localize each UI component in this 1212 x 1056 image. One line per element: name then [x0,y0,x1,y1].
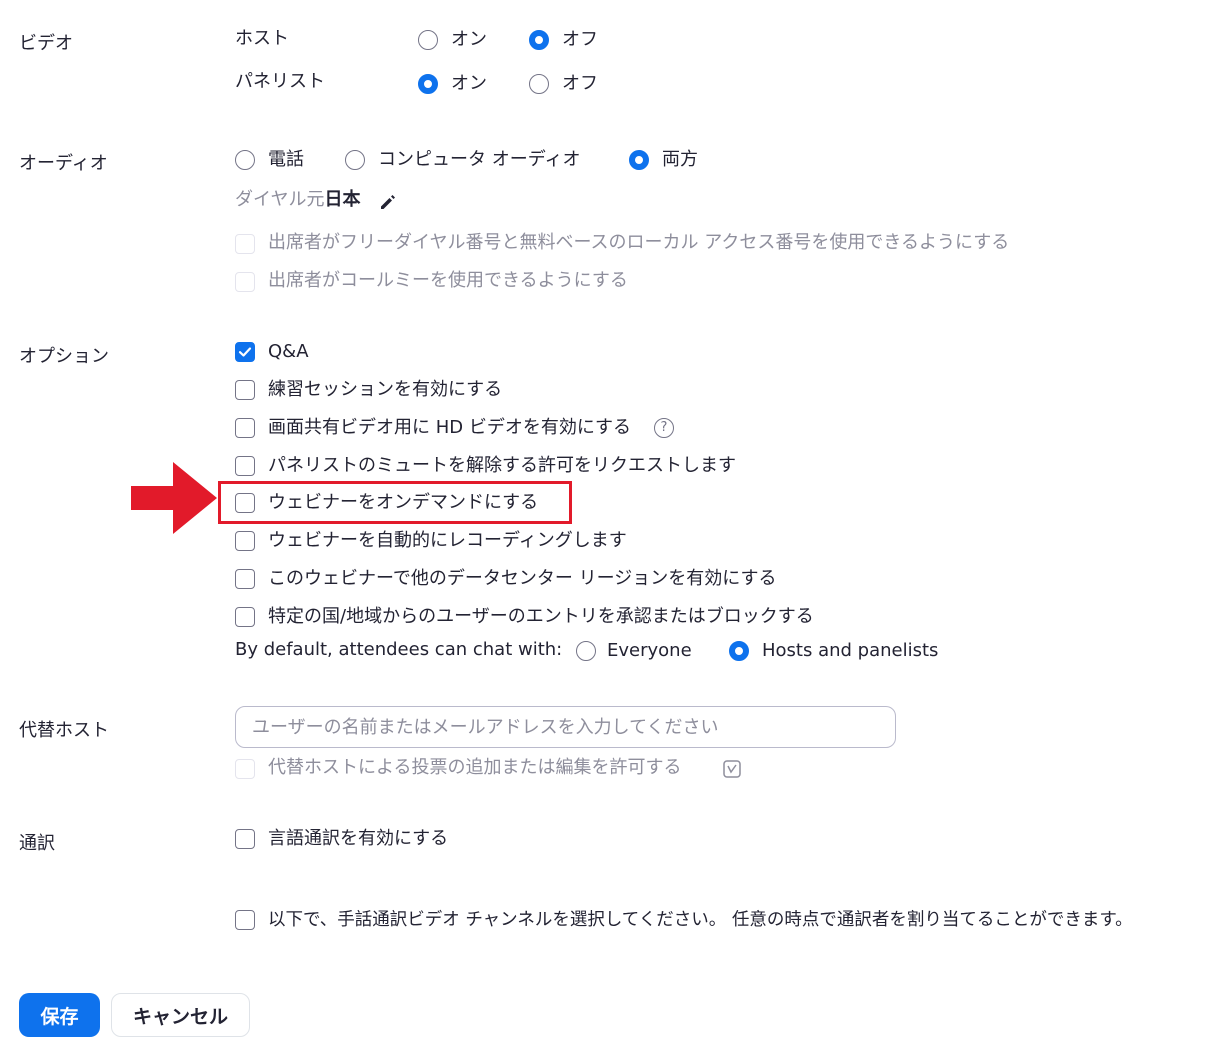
video-panelist-on-radio[interactable] [418,74,438,94]
auto-record-checkbox[interactable] [235,531,255,551]
call-me-checkbox[interactable] [235,272,255,292]
video-panelist-label: パネリスト [235,71,325,92]
video-host-off-radio[interactable] [529,30,549,50]
hd-video-label: 画面共有ビデオ用に HD ビデオを有効にする [268,417,632,438]
sign-language-label: 以下で、手話通訳ビデオ チャンネルを選択してください。 任意の時点で通訳者を割り… [268,910,1133,930]
chat-default-label: By default, attendees can chat with: [235,639,563,660]
chat-hosts-label: Hosts and panelists [762,640,939,661]
poll-icon [723,760,741,778]
video-host-off-label: オフ [562,29,598,50]
practice-session-label: 練習セッションを有効にする [268,379,503,400]
video-panelist-off-radio[interactable] [529,74,549,94]
dial-from-country: 日本 [324,189,361,210]
sign-language-checkbox[interactable] [235,910,255,930]
practice-session-checkbox[interactable] [235,380,255,400]
video-host-on-radio[interactable] [418,30,438,50]
alt-host-input[interactable] [235,706,896,748]
question-circle-icon[interactable]: ? [654,418,674,438]
qa-checkbox[interactable] [235,342,255,362]
region-block-checkbox[interactable] [235,607,255,627]
qa-label: Q&A [268,341,309,362]
dial-from-row: ダイヤル元日本 [235,188,360,212]
language-interp-label: 言語通訳を有効にする [268,828,449,849]
dial-from-label: ダイヤル元 [235,189,325,210]
video-host-on-label: オン [451,29,487,50]
hd-video-checkbox[interactable] [235,418,255,438]
toll-free-label: 出席者がフリーダイヤル番号と無料ベースのローカル アクセス番号を使用できるように… [268,232,1010,253]
data-center-checkbox[interactable] [235,569,255,589]
cancel-button[interactable]: キャンセル [111,993,250,1037]
audio-phone-label: 電話 [268,149,304,170]
alt-host-polls-checkbox[interactable] [235,759,255,779]
language-interp-checkbox[interactable] [235,829,255,849]
call-me-label: 出席者がコールミーを使用できるようにする [268,270,628,291]
highlight-box [218,481,572,524]
chat-everyone-radio[interactable] [576,641,596,661]
save-button[interactable]: 保存 [19,993,100,1037]
video-panelist-on-label: オン [451,73,487,94]
unmute-permission-label: パネリストのミュートを解除する許可をリクエストします [268,455,736,476]
video-section-label: ビデオ [19,33,73,54]
audio-phone-radio[interactable] [235,150,255,170]
audio-computer-radio[interactable] [345,150,365,170]
alt-host-section-label: 代替ホスト [19,720,109,741]
audio-both-label: 両方 [662,149,698,170]
options-section-label: オプション [19,346,109,367]
unmute-permission-checkbox[interactable] [235,456,255,476]
chat-everyone-label: Everyone [607,640,692,661]
audio-section-label: オーディオ [19,153,108,174]
red-arrow [131,462,217,534]
pencil-icon[interactable] [378,192,398,212]
interpretation-section-label: 通訳 [19,833,55,854]
alt-host-polls-label: 代替ホストによる投票の追加または編集を許可する [268,757,682,778]
audio-computer-label: コンピュータ オーディオ [378,149,581,170]
auto-record-label: ウェビナーを自動的にレコーディングします [268,530,627,551]
region-block-label: 特定の国/地域からのユーザーのエントリを承認またはブロックする [268,606,814,627]
audio-both-radio[interactable] [629,150,649,170]
video-host-label: ホスト [235,28,289,49]
data-center-label: このウェビナーで他のデータセンター リージョンを有効にする [268,568,777,589]
video-panelist-off-label: オフ [562,73,598,94]
chat-hosts-radio[interactable] [729,641,749,661]
toll-free-checkbox[interactable] [235,234,255,254]
